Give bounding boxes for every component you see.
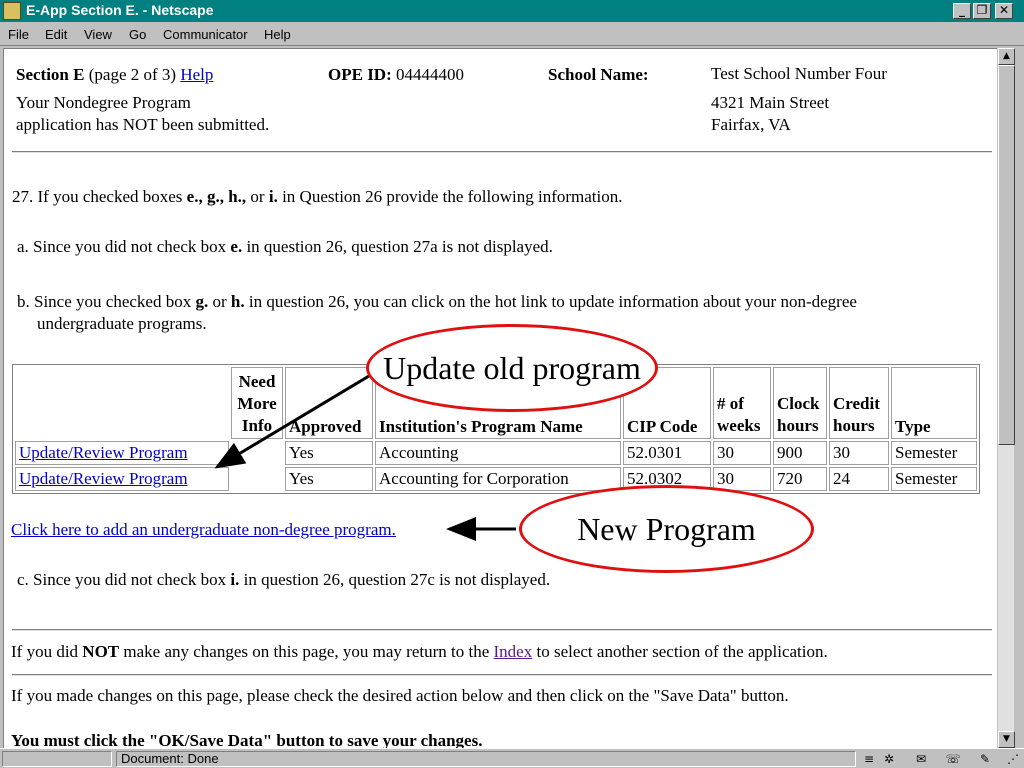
program-name-cell: Accounting for Corporation [375,467,621,491]
submission-status-line2: application has NOT been submitted. [16,115,270,134]
return-notice: If you did NOT make any changes on this … [11,642,828,661]
header-need-more-info: Need More Info [231,367,283,439]
status-text-panel: Document: Done [116,751,856,767]
page-content: Section E (page 2 of 3) Help OPE ID: 044… [3,48,997,748]
changes-instruction: If you made changes on this page, please… [11,686,789,705]
page-info: (page 2 of 3) [88,65,177,84]
header-credit-hours: Credit hours [829,367,889,439]
divider [12,674,992,676]
need-more-info-cell [231,467,283,491]
window-titlebar[interactable]: E-App Section E. - Netscape _ ❐ ✕ [0,0,1024,22]
school-name: Test School Number Four [711,64,887,83]
component-bar-icon[interactable]: ≡ [860,751,878,767]
school-label: School Name: [548,65,649,84]
window-title: E-App Section E. - Netscape [26,2,214,18]
ope-label: OPE ID: [328,65,392,84]
scroll-down-button[interactable]: ▼ [998,731,1015,748]
scroll-up-button[interactable]: ▲ [998,48,1015,65]
approved-cell: Yes [285,441,373,465]
section-label: Section E [16,65,85,84]
save-reminder: You must click the "OK/Save Data" button… [11,731,483,748]
restore-button[interactable]: ❐ [973,3,991,19]
minimize-button[interactable]: _ [953,3,971,19]
type-cell: Semester [891,441,977,465]
question-27c: c. Since you did not check box i. in que… [17,570,551,589]
netscape-icon [3,2,21,20]
ope-id: OPE ID: 04444400 [328,65,464,85]
status-text: Document: Done [121,751,219,766]
question-27-intro: 27. If you checked boxes e., g., h., or … [12,187,623,206]
clock-hours-cell: 900 [773,441,827,465]
address-line1: 4321 Main Street [711,93,830,112]
divider [12,629,992,631]
question-27b-line2: undergraduate programs. [37,314,207,333]
header-approved: Approved [285,367,373,439]
status-bar: Document: Done ≡ ✲ ✉ ☏ ✎ ⋰ [0,748,1024,768]
header-weeks: # of weeks [713,367,771,439]
scroll-thumb[interactable] [998,65,1015,445]
credit-hours-cell: 24 [829,467,889,491]
discussion-icon[interactable]: ☏ [944,751,962,767]
help-link[interactable]: Help [180,65,213,84]
submission-status-line1: Your Nondegree Program [16,93,191,112]
security-icon[interactable]: ✲ [880,751,898,767]
need-more-info-cell [231,441,283,465]
header-link-col [15,367,229,439]
menu-communicator[interactable]: Communicator [163,27,248,42]
menu-help[interactable]: Help [264,27,291,42]
vertical-scrollbar[interactable]: ▲ ▼ [997,48,1015,748]
ope-value: 04444400 [396,65,464,84]
divider [12,151,992,153]
table-row: Update/Review Program Yes Accounting 52.… [15,441,977,465]
header-clock-hours: Clock hours [773,367,827,439]
row-link-cell: Update/Review Program [15,441,229,465]
update-review-program-link[interactable]: Update/Review Program [19,443,188,462]
menu-edit[interactable]: Edit [45,27,67,42]
cip-code-cell: 52.0301 [623,441,711,465]
composer-icon[interactable]: ✎ [976,751,994,767]
resize-grip-icon[interactable]: ⋰ [1004,751,1022,767]
header-type: Type [891,367,977,439]
row-link-cell: Update/Review Program [15,467,229,491]
credit-hours-cell: 30 [829,441,889,465]
approved-cell: Yes [285,467,373,491]
program-name-cell: Accounting [375,441,621,465]
add-program-row: Click here to add an undergraduate non-d… [11,520,396,540]
new-program-callout: New Program [519,485,814,573]
menu-bar: File Edit View Go Communicator Help [0,22,1024,46]
update-review-program-link[interactable]: Update/Review Program [19,469,188,488]
table-row: Update/Review Program Yes Accounting for… [15,467,977,491]
question-27a: a. Since you did not check box e. in que… [17,237,553,256]
status-progress-panel [2,751,112,767]
address-line2: Fairfax, VA [711,115,791,134]
index-link[interactable]: Index [494,642,533,661]
section-heading: Section E (page 2 of 3) Help [16,65,213,85]
question-27b: b. Since you checked box g. or h. in que… [17,292,857,311]
weeks-cell: 30 [713,441,771,465]
menu-file[interactable]: File [8,27,29,42]
add-program-link[interactable]: Click here to add an undergraduate non-d… [11,520,396,539]
update-old-program-callout: Update old program [366,324,658,412]
menu-view[interactable]: View [84,27,112,42]
clock-hours-cell: 720 [773,467,827,491]
close-button[interactable]: ✕ [995,3,1013,19]
type-cell: Semester [891,467,977,491]
mail-icon[interactable]: ✉ [912,751,930,767]
menu-go[interactable]: Go [129,27,146,42]
